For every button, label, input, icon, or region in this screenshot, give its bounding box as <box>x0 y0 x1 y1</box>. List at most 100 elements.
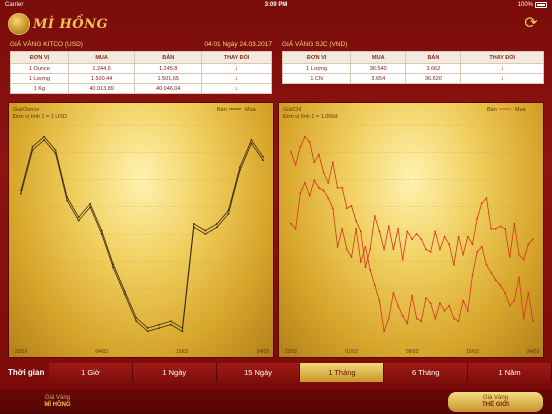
kitco-title-row: GIÁ VÀNG KITCO (USD) 04:01 Ngày 24.03.20… <box>10 38 272 50</box>
data-point <box>313 161 316 164</box>
timeframe-bar: Thời gian 1 Giờ 1 Ngày 15 Ngày 1 Tháng 6… <box>0 362 552 383</box>
data-point <box>429 251 432 253</box>
series-line <box>290 135 534 268</box>
data-point <box>429 302 432 305</box>
data-point <box>350 256 353 258</box>
data-point <box>443 235 446 238</box>
data-point <box>397 227 399 230</box>
chart-unit-note: Đơn vị tính 1 = 1 USD <box>13 114 67 120</box>
data-point <box>299 192 302 194</box>
data-point <box>499 225 502 228</box>
legend-entry: Mua <box>245 107 257 113</box>
data-point <box>462 253 465 256</box>
data-point <box>216 226 218 229</box>
tab-1-day[interactable]: 1 Ngày <box>132 363 217 382</box>
tab-1-month[interactable]: 1 Tháng <box>300 363 385 382</box>
bottom-tab-bar: Giá Vàng MÌ HỒNG Giá Vàng THẾ GIỚI <box>0 389 552 414</box>
data-point <box>499 284 502 287</box>
data-point <box>411 238 413 241</box>
data-point <box>401 258 404 261</box>
data-point <box>313 179 316 182</box>
bottom-tab-the-gioi[interactable]: Giá Vàng THẾ GIỚI <box>448 392 543 412</box>
unit-cell: 1 Ounce <box>10 63 69 74</box>
data-point <box>135 320 138 323</box>
data-point <box>513 222 516 225</box>
data-point <box>54 152 57 155</box>
series-line <box>20 136 264 329</box>
refresh-icon[interactable]: ⟳ <box>522 15 540 33</box>
data-point <box>466 309 469 312</box>
data-point <box>415 233 418 235</box>
data-point <box>318 187 320 189</box>
data-point <box>471 243 474 246</box>
bottom-tab-mi-hong[interactable]: Giá Vàng MÌ HỒNG <box>10 392 105 412</box>
tab-6-months[interactable]: 6 Tháng <box>384 363 469 382</box>
data-point <box>158 323 161 326</box>
data-point <box>527 292 530 294</box>
series-line <box>290 179 534 332</box>
app-header: MÌ HỒNG ⟳ <box>0 10 552 38</box>
data-point <box>452 263 455 266</box>
sell-cell: 40.046,04 <box>134 83 203 94</box>
column-header: THAY ĐỔI <box>460 51 544 64</box>
kitco-chart[interactable]: Giá/Ounce Đơn vị tính 1 = 1 USD Bán Mua 23/0… <box>8 102 274 358</box>
data-point <box>387 317 390 320</box>
data-point <box>169 323 172 326</box>
kitco-datetime: 04:01 Ngày 24.03.2017 <box>204 40 272 48</box>
data-point <box>66 199 68 202</box>
x-tick-label: 24/03 <box>257 349 270 355</box>
sell-cell: 36.620 <box>405 73 462 84</box>
data-point <box>31 149 34 152</box>
change-down-icon: ↓ <box>460 63 544 74</box>
sjc-chart[interactable]: Giá/Chỉ Đơn vị tính 1 = 1.000đ Bán Mua 23/02… <box>278 102 544 358</box>
data-point <box>250 139 253 141</box>
data-point <box>420 238 423 241</box>
data-point <box>216 223 218 225</box>
data-point <box>123 293 126 296</box>
data-point <box>204 233 207 235</box>
data-point <box>322 189 325 192</box>
data-point <box>439 302 441 305</box>
data-point <box>448 304 451 307</box>
data-point <box>123 290 126 292</box>
kitco-title: GIÁ VÀNG KITCO (USD) <box>10 40 83 48</box>
data-point <box>112 266 115 269</box>
x-tick-label: 15/03 <box>176 349 189 355</box>
data-point <box>527 243 530 246</box>
data-point <box>89 202 92 205</box>
unit-cell: 1 Kg <box>10 83 69 94</box>
column-header: BÁN <box>134 51 203 64</box>
data-point <box>494 279 497 281</box>
data-point <box>383 330 385 333</box>
unit-cell: 1 CN <box>281 73 352 84</box>
data-point <box>373 215 376 217</box>
data-point <box>318 153 320 156</box>
data-point <box>239 165 241 168</box>
data-point <box>439 248 441 251</box>
data-point <box>513 299 516 302</box>
data-point <box>448 243 451 246</box>
data-point <box>383 248 385 251</box>
tab-1-hour[interactable]: 1 Giờ <box>49 363 133 382</box>
tab-15-days[interactable]: 15 Ngày <box>216 363 301 382</box>
data-point <box>304 135 306 138</box>
data-point <box>331 207 334 210</box>
kitco-chart-svg: Giá/OunceĐơn vị tính 1 = 1 USD Bán Mua 23/0… <box>13 107 270 355</box>
change-down-icon: ↓ <box>460 73 544 84</box>
data-point <box>43 135 45 138</box>
data-point <box>457 320 460 322</box>
x-tick-label: 24/03 <box>527 349 540 355</box>
data-point <box>522 317 525 320</box>
data-point <box>532 238 534 241</box>
legend-entry: Bán <box>487 107 497 113</box>
table-row: 1 Lượng 1.500,44 1.501,65 ↓ <box>10 73 272 84</box>
sell-cell: 1.501,65 <box>134 73 203 84</box>
data-point <box>146 330 149 333</box>
data-point <box>378 299 381 302</box>
sjc-price-table: ĐƠN VỊ MUA BÁN THAY ĐỔI 1 Lượng 36.540 3… <box>281 51 544 84</box>
legend-entry: Bán <box>217 107 227 113</box>
sjc-chart-svg: Giá/ChỉĐơn vị tính 1 = 1.000đ Bán Mua 23/02… <box>283 106 540 355</box>
tab-1-year[interactable]: 1 Năm <box>468 363 552 382</box>
timeframe-label: Thời gian <box>8 368 45 377</box>
data-point <box>434 317 437 320</box>
